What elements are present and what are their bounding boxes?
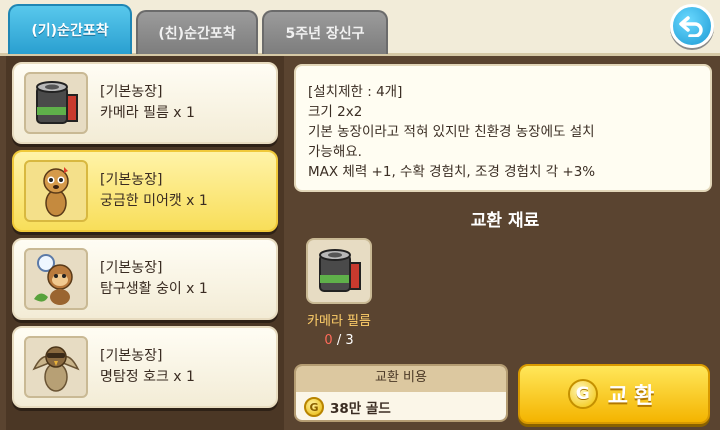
- description-line: 크기 2x2: [308, 104, 363, 120]
- material-slot[interactable]: 카메라 필름 0 / 3: [304, 238, 374, 348]
- cost-amount: 38만 골드: [330, 401, 391, 417]
- list-item-camera-film[interactable]: [기본농장] 카메라 필름 x 1: [12, 62, 278, 144]
- item-name: 명탐정 호크 x 1: [100, 369, 195, 385]
- item-name: 탐구생활 숭이 x 1: [100, 281, 208, 297]
- list-item-monkey[interactable]: [기본농장] 탐구생활 숭이 x 1: [12, 238, 278, 320]
- item-text: [기본농장] 명탐정 호크 x 1: [100, 346, 195, 388]
- item-category: [기본농장]: [100, 84, 163, 100]
- detail-panel: [설치제한 : 4개] 크기 2x2 기본 농장이라고 적혀 있지만 친환경 농…: [290, 56, 720, 430]
- item-name: 카메라 필름 x 1: [100, 105, 195, 121]
- description-line: [설치제한 : 4개]: [308, 84, 403, 100]
- materials-title: 교환 재료: [470, 211, 540, 231]
- tab-label: (친)순간포착: [158, 26, 236, 42]
- item-text: [기본농장] 궁금한 미어캣 x 1: [100, 170, 208, 212]
- item-category: [기본농장]: [100, 260, 163, 276]
- exchange-button-label: 교환: [607, 384, 661, 409]
- item-category: [기본농장]: [100, 172, 163, 188]
- item-thumbnail: [24, 336, 88, 398]
- material-need: / 3: [336, 333, 354, 348]
- material-have: 0: [324, 333, 333, 348]
- item-text: [기본농장] 카메라 필름 x 1: [100, 82, 195, 124]
- monkey-icon: [34, 254, 73, 305]
- camera-film-icon: [319, 249, 361, 292]
- list-item-hawk[interactable]: [기본농장] 명탐정 호크 x 1: [12, 326, 278, 408]
- item-thumbnail: [24, 72, 88, 134]
- material-thumbnail: [306, 238, 372, 304]
- tab-5th-anniversary-accessories[interactable]: 5주년 장신구: [262, 10, 388, 54]
- main-area: [기본농장] 카메라 필름 x 1 [기본농장] 궁금한 미어캣 x 1 [기본…: [0, 56, 720, 430]
- tab-instant-capture-basic[interactable]: (기)순간포착: [8, 4, 132, 54]
- gold-coin-icon: G: [304, 397, 324, 417]
- tab-label: 5주년 장신구: [285, 26, 365, 42]
- tab-label: (기)순간포착: [31, 23, 109, 39]
- item-text: [기본농장] 탐구생활 숭이 x 1: [100, 258, 208, 300]
- back-arrow-icon: [679, 16, 703, 37]
- back-button[interactable]: [670, 4, 714, 48]
- top-tab-bar: (기)순간포착 (친)순간포착 5주년 장신구: [0, 0, 720, 56]
- exchange-button[interactable]: G 교환: [518, 364, 710, 424]
- cost-body: G 38만 골드: [296, 392, 506, 420]
- item-list: [기본농장] 카메라 필름 x 1 [기본농장] 궁금한 미어캣 x 1 [기본…: [6, 56, 284, 430]
- item-thumbnail: [24, 248, 88, 310]
- list-item-meerkat[interactable]: [기본농장] 궁금한 미어캣 x 1: [12, 150, 278, 232]
- material-count: 0 / 3: [304, 333, 374, 348]
- material-name: 카메라 필름: [307, 314, 371, 329]
- item-thumbnail: [24, 160, 88, 222]
- description-line: 기본 농장이라고 적혀 있지만 친환경 농장에도 설치: [308, 124, 595, 140]
- item-category: [기본농장]: [100, 348, 163, 364]
- exchange-cost: 교환 비용 G 38만 골드: [294, 364, 508, 422]
- hawk-icon: [32, 346, 80, 392]
- camera-film-icon: [36, 81, 78, 124]
- description-line: MAX 체력 +1, 수확 경험치, 조경 경험치 각 +3%: [308, 164, 596, 180]
- item-name: 궁금한 미어캣 x 1: [100, 193, 208, 209]
- description-line: 가능해요.: [308, 144, 362, 160]
- cost-header: 교환 비용: [296, 366, 506, 392]
- gold-coin-icon: G: [567, 379, 598, 409]
- item-description: [설치제한 : 4개] 크기 2x2 기본 농장이라고 적혀 있지만 친환경 농…: [294, 64, 712, 192]
- tab-instant-capture-eco[interactable]: (친)순간포착: [136, 10, 258, 54]
- meerkat-icon: [43, 167, 69, 217]
